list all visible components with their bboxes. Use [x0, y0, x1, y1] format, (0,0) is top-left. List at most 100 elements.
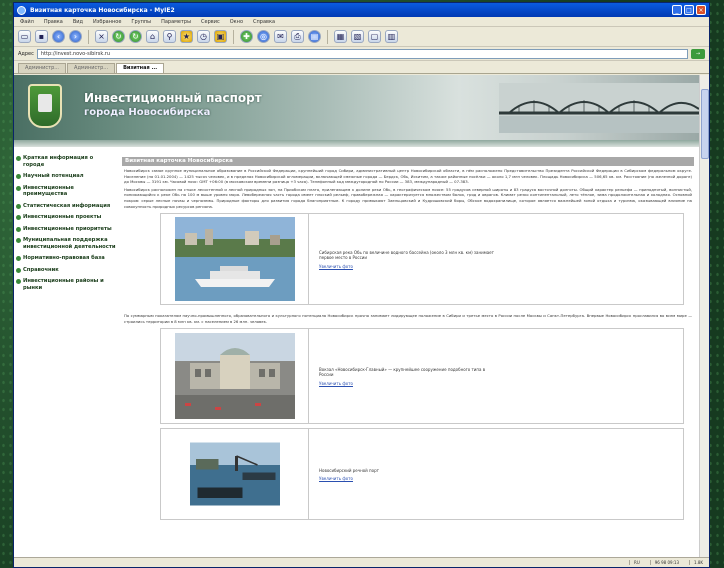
nav-item-science[interactable]: Научный потенциал: [16, 173, 116, 180]
bullet-icon: [16, 185, 21, 191]
tab-admin-1[interactable]: Администр...: [18, 63, 67, 73]
bullet-icon: [16, 215, 21, 220]
bullet-icon: [16, 203, 21, 209]
nav-item-label: Инвестиционные преимущества: [23, 184, 74, 198]
geography-paragraph: Новосибирск расположен на стыке лесостеп…: [124, 186, 692, 209]
menu-options[interactable]: Параметры: [161, 19, 191, 25]
left-navigation: Краткая информация о городе Научный поте…: [16, 155, 116, 296]
stop-icon[interactable]: ×: [95, 30, 108, 43]
back-icon[interactable]: ‹: [52, 30, 65, 43]
close-button[interactable]: ×: [696, 5, 706, 15]
new-window-icon[interactable]: ▭: [18, 30, 31, 43]
scrollbar-thumb[interactable]: [701, 89, 709, 159]
nav-item-legal-base[interactable]: Нормативно-правовая база: [16, 255, 116, 262]
nav-item-label: Муниципальная поддержка инвестиционной д…: [23, 237, 116, 250]
folder-icon[interactable]: ▣: [214, 30, 227, 43]
tab-admin-2[interactable]: Администр...: [67, 63, 116, 73]
panel-icon[interactable]: ▥: [385, 30, 398, 43]
photo-caption: Новосибирский речной порт: [319, 467, 379, 473]
favorites-icon[interactable]: ★: [180, 30, 193, 43]
nav-item-statistics[interactable]: Статистическая информация: [16, 203, 116, 210]
menu-help[interactable]: Справка: [253, 19, 275, 25]
enlarge-photo-link[interactable]: Увеличить фото: [319, 476, 683, 481]
toolbar: ▭ ▪ ‹ › × ↻ ↻ ⌂ ⚲ ★ ◷ ▣ ✚ ◎ ✉ ⎙ ▤ ▦ ▧ ▢ …: [14, 27, 709, 47]
status-language: RU: [629, 560, 644, 565]
cascade-icon[interactable]: ▧: [351, 30, 364, 43]
nav-item-districts[interactable]: Инвестиционные районы и рынки: [16, 278, 116, 291]
photo-cell: [161, 329, 309, 424]
nav-item-label: Нормативно-правовая база: [23, 255, 105, 261]
save-icon[interactable]: ▪: [35, 30, 48, 43]
proxy-icon[interactable]: ◎: [257, 30, 270, 43]
nav-item-label: Краткая информация о городе: [23, 155, 94, 168]
photo-caption: Вокзал «Новосибирск-Главный» — крупнейше…: [319, 366, 486, 378]
nav-item-label: Инвестиционные приоритеты: [23, 225, 112, 232]
menu-favorites[interactable]: Избранное: [93, 19, 121, 25]
print-icon[interactable]: ⎙: [291, 30, 304, 43]
menu-edit[interactable]: Правка: [44, 19, 63, 25]
menu-tools[interactable]: Сервис: [201, 19, 220, 25]
photo-card: Вокзал «Новосибирск-Главный» — крупнейше…: [160, 328, 684, 425]
tab-business-card[interactable]: Визитная ...: [116, 63, 165, 73]
status-size: 1.8K: [689, 560, 707, 565]
go-button[interactable]: →: [691, 48, 705, 59]
nav-item-priorities[interactable]: Инвестиционные приоритеты: [16, 226, 116, 233]
banner-divider: [14, 140, 699, 147]
nav-item-municipal-support[interactable]: Муниципальная поддержка инвестиционной д…: [16, 237, 116, 250]
intro-paragraph: Новосибирск самое крупное муниципальное …: [124, 168, 692, 185]
nav-item-advantages[interactable]: Инвестиционные преимущества: [16, 185, 116, 198]
bullet-icon: [16, 174, 21, 179]
tab-strip: Администр... Администр... Визитная ...: [14, 61, 709, 74]
mail-icon[interactable]: ✉: [274, 30, 287, 43]
nav-item-label: Справочник: [23, 266, 59, 273]
photo-caption: Сибирская река Обь по величине водного б…: [319, 249, 494, 261]
address-input[interactable]: http://invest.novo-sibirsk.ru: [36, 48, 688, 59]
minimize-button[interactable]: _: [672, 5, 682, 15]
city-crest-logo: [28, 84, 62, 128]
history-icon[interactable]: ◷: [197, 30, 210, 43]
menu-groups[interactable]: Группы: [131, 19, 151, 25]
page-viewport: Инвестиционный паспорт города Новосибирс…: [14, 75, 709, 559]
nav-item-projects[interactable]: Инвестиционные проекты: [16, 214, 116, 221]
section-heading: Визитная карточка Новосибирска: [122, 157, 694, 166]
refresh-icon[interactable]: ↻: [112, 30, 125, 43]
browser-window: Визитная карточка Новосибирска - MyIE2 _…: [13, 2, 710, 568]
menu-bar: Файл Правка Вид Избранное Группы Парамет…: [14, 17, 709, 27]
bullet-icon: [16, 226, 21, 232]
bridge-image: [499, 83, 699, 133]
toolbar-separator: [88, 29, 89, 44]
site-banner: Инвестиционный паспорт города Новосибирс…: [14, 75, 699, 140]
nav-item-brief-info[interactable]: Краткая информация о городе: [16, 155, 116, 168]
title-bar: Визитная карточка Новосибирска - MyIE2 _…: [14, 3, 709, 17]
toolbar-separator: [233, 29, 234, 44]
railway-station-photo[interactable]: [174, 333, 295, 420]
vertical-scrollbar[interactable]: [699, 75, 709, 559]
toolbar-separator: [327, 29, 328, 44]
window-title: Визитная карточка Новосибирска - MyIE2: [30, 6, 175, 14]
nav-item-reference[interactable]: Справочник: [16, 267, 116, 274]
enlarge-photo-link[interactable]: Увеличить фото: [319, 381, 683, 386]
tile-icon[interactable]: ▦: [334, 30, 347, 43]
nav-item-label: Инвестиционные районы и рынки: [23, 278, 104, 291]
search-icon[interactable]: ⚲: [163, 30, 176, 43]
maximize-button[interactable]: □: [684, 5, 694, 15]
menu-view[interactable]: Вид: [73, 19, 83, 25]
photo-cell: [161, 429, 309, 520]
window-list-icon[interactable]: ▤: [308, 30, 321, 43]
menu-file[interactable]: Файл: [20, 19, 34, 25]
forward-icon[interactable]: ›: [69, 30, 82, 43]
river-ob-photo[interactable]: [174, 217, 295, 302]
address-label: Адрес: [18, 50, 34, 57]
river-port-photo[interactable]: [189, 432, 280, 516]
bullet-icon: [16, 156, 21, 161]
group-icon[interactable]: ✚: [240, 30, 253, 43]
bullet-icon: [16, 267, 21, 273]
menu-window[interactable]: Окно: [230, 19, 243, 25]
photo-card: Сибирская река Обь по величине водного б…: [160, 213, 684, 306]
refresh-all-icon[interactable]: ↻: [129, 30, 142, 43]
potential-paragraph: По суммарным показателям научно-промышле…: [124, 313, 692, 324]
nav-item-label: Статистическая информация: [23, 202, 111, 209]
fullscreen-icon[interactable]: ▢: [368, 30, 381, 43]
enlarge-photo-link[interactable]: Увеличить фото: [319, 264, 683, 269]
home-icon[interactable]: ⌂: [146, 30, 159, 43]
